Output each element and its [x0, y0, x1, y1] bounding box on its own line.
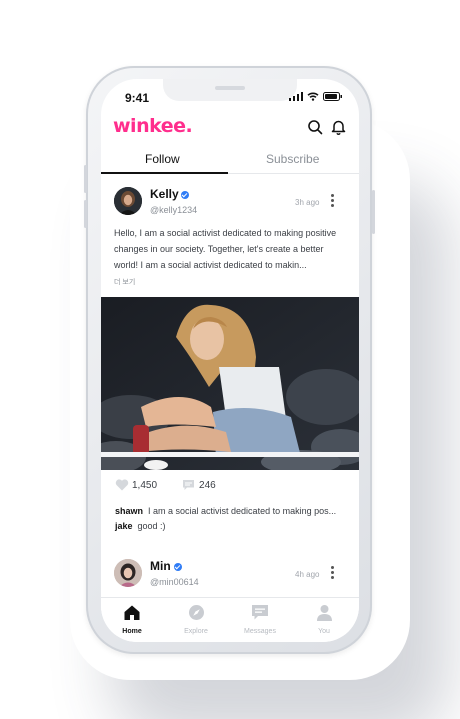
comment-text: good :) — [137, 521, 166, 531]
nav-messages[interactable]: Messages — [230, 604, 290, 635]
avatar[interactable] — [114, 559, 142, 587]
nav-explore[interactable]: Explore — [166, 604, 226, 635]
nav-label: Messages — [244, 628, 276, 635]
likes-count: 1,450 — [132, 479, 158, 491]
compass-icon — [188, 605, 204, 620]
avatar-image — [114, 559, 142, 587]
post-divider — [101, 452, 359, 457]
status-icons — [289, 92, 343, 101]
post-photo[interactable] — [101, 297, 359, 470]
post-author-handle: @kelly1234 — [150, 205, 198, 215]
see-more-link[interactable]: 더 보기 — [114, 277, 135, 287]
photo-image — [101, 297, 359, 470]
verified-badge-icon — [174, 563, 182, 571]
nav-label: Explore — [184, 628, 208, 635]
comments-count: 246 — [199, 479, 216, 491]
nav-you[interactable]: You — [294, 604, 354, 635]
post-stats: 1,450 246 — [115, 479, 216, 491]
verified-badge-icon — [181, 191, 189, 199]
app-logo: winkee. — [113, 115, 193, 137]
post-caption: Hello, I am a social activist dedicated … — [114, 228, 337, 270]
heart-icon[interactable] — [115, 479, 129, 491]
search-icon[interactable] — [307, 119, 323, 135]
nav-label: Home — [122, 628, 142, 635]
feed-tabs: Follow Subscribe — [101, 149, 359, 174]
home-icon — [124, 605, 140, 620]
nav-home[interactable]: Home — [102, 604, 162, 635]
user-icon — [316, 605, 332, 621]
comment-preview[interactable]: shawn I am a social activist dedicated to… — [115, 506, 336, 516]
speaker — [215, 86, 245, 90]
avatar[interactable] — [114, 187, 142, 215]
more-options-icon[interactable] — [331, 194, 334, 209]
wifi-icon — [307, 92, 319, 101]
post-time: 4h ago — [295, 570, 320, 579]
comment-text: I am a social activist dedicated to maki… — [148, 506, 337, 516]
tab-follow[interactable]: Follow — [145, 152, 180, 166]
bottom-nav: Home Explore Messages You — [101, 597, 359, 642]
battery-icon — [323, 92, 342, 101]
post-author-handle: @min00614 — [150, 577, 199, 587]
comment-icon[interactable] — [182, 479, 195, 491]
nav-label: You — [318, 628, 330, 635]
post-author-name[interactable]: Kelly — [150, 187, 179, 201]
tab-subscribe[interactable]: Subscribe — [266, 152, 319, 166]
bell-icon[interactable] — [331, 119, 346, 135]
volume-up-button — [84, 165, 87, 193]
comment-author: shawn — [115, 506, 144, 516]
post-time: 3h ago — [295, 198, 320, 207]
post-author-name[interactable]: Min — [150, 559, 171, 573]
more-options-icon[interactable] — [331, 566, 334, 581]
comment-author: jake — [115, 521, 133, 531]
message-icon — [252, 605, 268, 620]
status-time: 9:41 — [125, 91, 150, 105]
avatar-image — [114, 187, 142, 215]
comment-preview[interactable]: jake good :) — [115, 521, 166, 531]
app-screen: 9:41 winkee. Follow Subscribe Kelly @kel… — [101, 79, 359, 642]
notch — [163, 79, 297, 101]
volume-down-button — [84, 200, 87, 228]
power-button — [372, 190, 375, 234]
active-tab-indicator — [101, 172, 228, 174]
signal-icon — [289, 92, 303, 101]
